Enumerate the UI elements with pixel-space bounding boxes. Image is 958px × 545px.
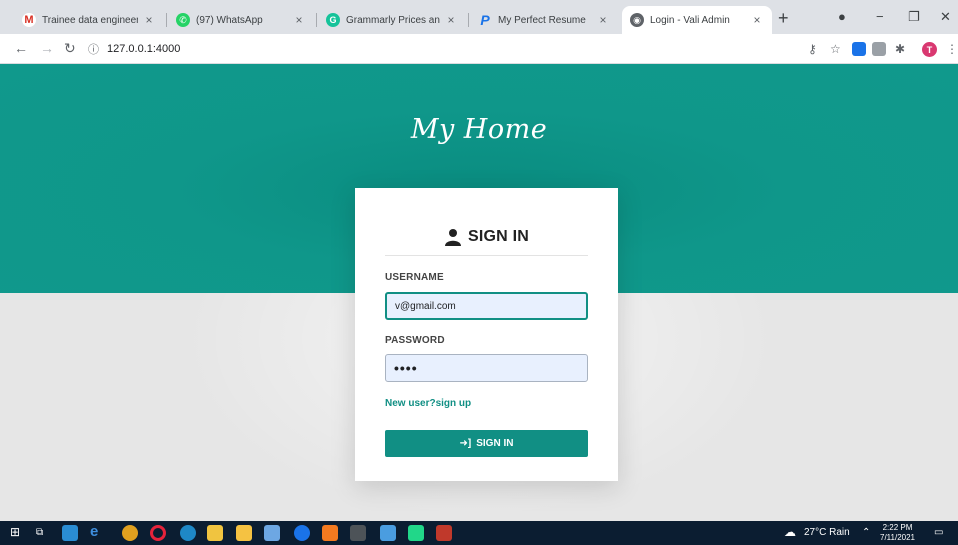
arrow-app-icon[interactable]: [380, 525, 396, 541]
xampp-icon[interactable]: [322, 525, 338, 541]
whatsapp-icon: ✆: [176, 13, 190, 27]
sign-in-button[interactable]: ➜] SIGN IN: [385, 430, 588, 457]
task-view-icon[interactable]: ⧉: [36, 527, 43, 538]
chevron-up-icon[interactable]: ⌃: [862, 527, 870, 538]
close-icon[interactable]: ×: [292, 13, 306, 27]
tab-separator: [468, 13, 469, 27]
gmail-icon: M: [22, 13, 36, 27]
login-card: SIGN IN USERNAME v@gmail.com PASSWORD ••…: [355, 188, 618, 481]
archive-app-icon[interactable]: [436, 525, 452, 541]
close-icon[interactable]: ×: [142, 13, 156, 27]
tab-login-vali-admin[interactable]: ◉ Login - Vali Admin ×: [622, 6, 772, 34]
password-label: PASSWORD: [385, 335, 445, 346]
puzzle-icon[interactable]: ✱: [895, 42, 905, 56]
tab-separator: [316, 13, 317, 27]
clock-date: 7/11/2021: [880, 533, 915, 542]
edge-icon[interactable]: [180, 525, 196, 541]
grammarly-icon: G: [326, 13, 340, 27]
restore-icon[interactable]: ❐: [908, 9, 920, 25]
close-icon[interactable]: ×: [444, 13, 458, 27]
weather-icon[interactable]: ☁: [784, 525, 796, 539]
card-title: SIGN IN: [468, 227, 529, 245]
clock-time: 2:22 PM: [882, 523, 913, 532]
star-icon[interactable]: ☆: [830, 42, 841, 56]
tab-grammarly[interactable]: G Grammarly Prices and Pla ×: [318, 6, 466, 34]
close-window-icon[interactable]: ✕: [940, 9, 951, 25]
app-icon[interactable]: [294, 525, 310, 541]
tab-separator: [166, 13, 167, 27]
tab-search-icon[interactable]: ●: [838, 9, 846, 24]
windows-start-icon[interactable]: ⊞: [10, 525, 20, 539]
internet-explorer-icon[interactable]: e: [90, 523, 106, 540]
address-bar[interactable]: ⓘ 127.0.0.1:4000: [88, 38, 180, 60]
username-input[interactable]: v@gmail.com: [385, 292, 588, 320]
minimize-icon[interactable]: −: [876, 9, 884, 24]
new-tab-icon[interactable]: +: [778, 9, 789, 27]
url-text: 127.0.0.1:4000: [107, 43, 181, 55]
back-icon[interactable]: ←: [14, 41, 28, 55]
weather-text[interactable]: 27°C Rain: [804, 527, 850, 538]
tab-title: Trainee data engineer - th: [42, 14, 138, 26]
key-icon[interactable]: ⚷: [808, 42, 817, 56]
store-icon[interactable]: [207, 525, 223, 541]
sign-in-icon: ➜]: [459, 438, 472, 449]
tab-title: (97) WhatsApp: [196, 14, 263, 26]
login-page: My Home SIGN IN USERNAME v@gmail.com PAS…: [0, 64, 958, 521]
windows-taskbar: ⊞ ⧉ e ☁ 27°C Rain ⌃ 2:22 PM 7/11/2021 ▭: [0, 521, 958, 545]
globe-icon: ◉: [630, 13, 644, 27]
pycharm-icon[interactable]: [408, 525, 424, 541]
address-toolbar: ← → ↻ ⓘ 127.0.0.1:4000 ⚷ ☆ ✱ T ⋮: [0, 34, 958, 64]
user-icon: [445, 228, 462, 246]
password-input[interactable]: ••••: [385, 354, 588, 382]
tab-gmail[interactable]: M Trainee data engineer - th ×: [14, 6, 164, 34]
tab-title: Login - Vali Admin: [650, 14, 730, 26]
myperfectresume-icon: P: [480, 12, 490, 28]
brand-logo: My Home: [410, 114, 548, 145]
menu-icon[interactable]: ⋮: [946, 42, 958, 56]
signup-link[interactable]: New user?sign up: [385, 398, 471, 409]
file-explorer-icon[interactable]: [236, 525, 252, 541]
system-clock[interactable]: 2:22 PM 7/11/2021: [880, 523, 915, 543]
close-icon[interactable]: ×: [596, 13, 610, 27]
tab-title: Grammarly Prices and Pla: [346, 14, 440, 26]
forward-icon[interactable]: →: [40, 41, 54, 55]
mail-app-icon[interactable]: [62, 525, 78, 541]
tab-strip: M Trainee data engineer - th × ✆ (97) Wh…: [0, 0, 958, 34]
extension-image-icon[interactable]: [872, 42, 886, 56]
reload-icon[interactable]: ↻: [64, 41, 76, 55]
terminal-icon[interactable]: [350, 525, 366, 541]
chrome-icon[interactable]: [122, 525, 138, 541]
close-icon[interactable]: ×: [750, 13, 764, 27]
profile-avatar[interactable]: T: [922, 42, 937, 57]
tab-myperfectresume[interactable]: P My Perfect Resume ×: [470, 6, 618, 34]
card-header: SIGN IN: [385, 218, 588, 256]
tab-title: My Perfect Resume: [498, 14, 586, 26]
opera-icon[interactable]: [150, 525, 166, 541]
username-label: USERNAME: [385, 272, 444, 283]
sign-in-button-label: SIGN IN: [476, 438, 514, 449]
info-icon[interactable]: ⓘ: [88, 41, 99, 57]
notepad-icon[interactable]: [264, 525, 280, 541]
notification-icon[interactable]: ▭: [934, 527, 943, 538]
extension-grammarly-icon[interactable]: [852, 42, 866, 56]
tab-whatsapp[interactable]: ✆ (97) WhatsApp ×: [168, 6, 314, 34]
